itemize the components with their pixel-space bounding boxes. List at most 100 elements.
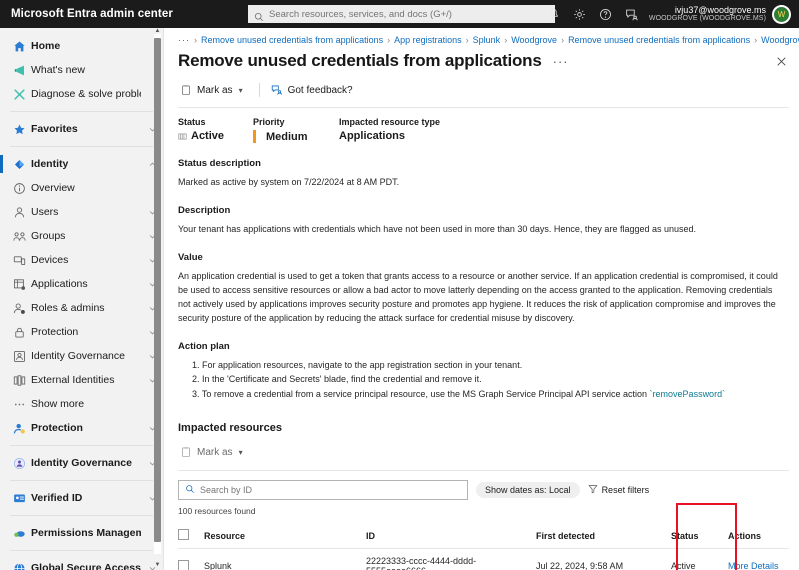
sidebar-item-diagnose-solve-problems[interactable]: Diagnose & solve problems xyxy=(0,82,163,106)
column-header-status[interactable]: Status xyxy=(671,524,728,550)
meta-summary: Status Active Priority Medium Impacted r… xyxy=(164,108,799,143)
sidebar-item-label: Users xyxy=(31,206,59,218)
sidebar-item-global-secure-access[interactable]: Global Secure Access xyxy=(0,556,163,570)
column-header-actions[interactable]: Actions xyxy=(728,524,789,550)
sidebar-item-verified-id[interactable]: Verified ID xyxy=(0,486,163,510)
sidebar-item-devices[interactable]: Devices xyxy=(0,248,163,272)
protection-shield-icon xyxy=(13,422,31,435)
command-separator xyxy=(258,83,260,97)
action-plan-heading: Action plan xyxy=(178,340,230,352)
action-plan-step: 1. For application resources, navigate t… xyxy=(192,359,523,370)
show-dates-as-button[interactable]: Show dates as: Local xyxy=(476,482,580,499)
gear-icon[interactable] xyxy=(567,0,593,28)
breadcrumb-item[interactable]: Woodgrove xyxy=(761,35,799,45)
select-all-header[interactable] xyxy=(178,524,204,550)
search-input[interactable] xyxy=(269,8,549,20)
sidebar-item-protection[interactable]: Protection xyxy=(0,320,163,344)
breadcrumb-item[interactable]: Splunk xyxy=(473,35,501,45)
ellipsis-icon xyxy=(13,398,31,411)
home-icon xyxy=(13,40,31,53)
sidebar-item-users[interactable]: Users xyxy=(0,200,163,224)
breadcrumb-item[interactable]: Remove unused credentials from applicati… xyxy=(201,35,383,45)
cell-first-detected: Jul 22, 2024, 9:58 AM xyxy=(536,548,671,570)
action-plan-code: `removePassword` xyxy=(649,388,726,399)
clipboard-icon xyxy=(182,447,190,458)
sidebar-divider xyxy=(10,480,153,481)
avatar[interactable]: W xyxy=(772,4,791,24)
column-header-id[interactable]: ID xyxy=(366,524,536,550)
lock-icon xyxy=(13,326,31,339)
impacted-mark-as-button[interactable]: Mark as ▾ xyxy=(178,443,250,461)
sidebar-item-favorites[interactable]: Favorites xyxy=(0,117,163,141)
breadcrumb-item[interactable]: Remove unused credentials from applicati… xyxy=(568,35,750,45)
page-overflow-icon[interactable]: ··· xyxy=(553,54,569,69)
sidebar-item-label: Devices xyxy=(31,254,69,266)
cell-status: Active xyxy=(671,548,728,570)
close-icon[interactable] xyxy=(773,53,789,69)
sidebar-item-roles-admins[interactable]: Roles & admins xyxy=(0,296,163,320)
select-all-checkbox[interactable] xyxy=(178,529,189,541)
status-description-heading: Status description xyxy=(178,158,261,169)
description-heading: Description xyxy=(178,204,231,216)
breadcrumb-item[interactable]: Woodgrove xyxy=(511,35,557,45)
action-plan-step: 2. In the 'Certificate and Secrets' blad… xyxy=(192,374,482,385)
roles-icon xyxy=(13,302,31,315)
cell-actions[interactable]: More Details xyxy=(728,548,789,570)
sidebar-item-show-more[interactable]: Show more xyxy=(0,392,163,416)
star-icon xyxy=(13,123,31,136)
product-brand[interactable]: Microsoft Entra admin center xyxy=(0,8,173,20)
sidebar-item-label: Identity xyxy=(31,158,69,170)
clipboard-icon xyxy=(182,84,190,95)
sidebar-divider xyxy=(10,445,153,446)
feedback-person-icon xyxy=(271,85,282,95)
column-header-resource[interactable]: Resource xyxy=(204,524,366,550)
search-by-id-box[interactable] xyxy=(178,480,468,501)
reset-filters-button[interactable]: Reset filters xyxy=(587,484,649,496)
priority-field: Priority Medium xyxy=(253,117,339,143)
mark-as-button[interactable]: Mark as ▾ xyxy=(178,81,250,99)
sidebar-item-groups[interactable]: Groups xyxy=(0,224,163,248)
sidebar-item-home[interactable]: Home xyxy=(0,34,163,58)
breadcrumb-item[interactable]: App registrations xyxy=(394,35,462,45)
page-title-row: Remove unused credentials from applicati… xyxy=(164,45,799,71)
sidebar-item-external-identities[interactable]: External Identities xyxy=(0,368,163,392)
governance-icon xyxy=(13,350,31,363)
column-header-first-detected[interactable]: First detected xyxy=(536,524,671,550)
sidebar-item-identity-governance[interactable]: Identity Governance xyxy=(0,344,163,368)
sidebar-nav: Home What's new Diagnose & solve problems F… xyxy=(0,28,163,570)
sidebar-item-overview[interactable]: Overview xyxy=(0,176,163,200)
sidebar-item-label: Favorites xyxy=(31,123,78,135)
sidebar: Home What's new Diagnose & solve problems F… xyxy=(0,28,164,570)
sidebar-item-identity[interactable]: Identity xyxy=(0,152,163,176)
sidebar-item-what-s-new[interactable]: What's new xyxy=(0,58,163,82)
groups-icon xyxy=(13,230,31,243)
sidebar-item-identity-governance[interactable]: Identity Governance xyxy=(0,451,163,475)
search-by-id-input[interactable] xyxy=(200,485,461,496)
sidebar-item-protection[interactable]: Protection xyxy=(0,416,163,440)
sidebar-item-applications[interactable]: Applications xyxy=(0,272,163,296)
bell-icon[interactable] xyxy=(541,0,567,28)
breadcrumb-separator-icon: › xyxy=(561,35,565,45)
help-icon[interactable] xyxy=(593,0,619,28)
got-feedback-button[interactable]: Got feedback? xyxy=(269,81,360,99)
chevron-down-icon: ▾ xyxy=(238,85,243,95)
impacted-resources-heading: Impacted resources xyxy=(178,422,282,435)
table-row[interactable]: Splunk22223333-cccc-4444-dddd-5555eeee66… xyxy=(178,548,789,570)
sidebar-scrollbar[interactable] xyxy=(154,34,161,554)
more-details-link[interactable]: More Details xyxy=(728,561,779,570)
global-search[interactable] xyxy=(248,5,555,23)
sidebar-scroll-down-icon[interactable]: ▼ xyxy=(154,562,161,568)
search-icon xyxy=(254,9,264,22)
user-identity[interactable]: ivju37@woodgrove.ms WOODGROVE (WOODGROVE… xyxy=(649,5,766,23)
sidebar-item-permissions-management[interactable]: Permissions Management xyxy=(0,521,163,545)
sidebar-item-label: Roles & admins xyxy=(31,302,105,314)
scrollbar-thumb[interactable] xyxy=(154,38,161,542)
sidebar-item-label: Global Secure Access xyxy=(31,562,141,570)
row-checkbox[interactable] xyxy=(178,559,189,570)
sidebar-item-label: Protection xyxy=(31,326,79,338)
value-body: An application credential is used to get… xyxy=(178,270,778,323)
breadcrumb-overflow-icon[interactable]: ··· xyxy=(178,35,190,45)
feedback-icon[interactable] xyxy=(619,0,645,28)
row-select-cell[interactable] xyxy=(178,548,204,570)
sidebar-item-label: Groups xyxy=(31,230,66,242)
